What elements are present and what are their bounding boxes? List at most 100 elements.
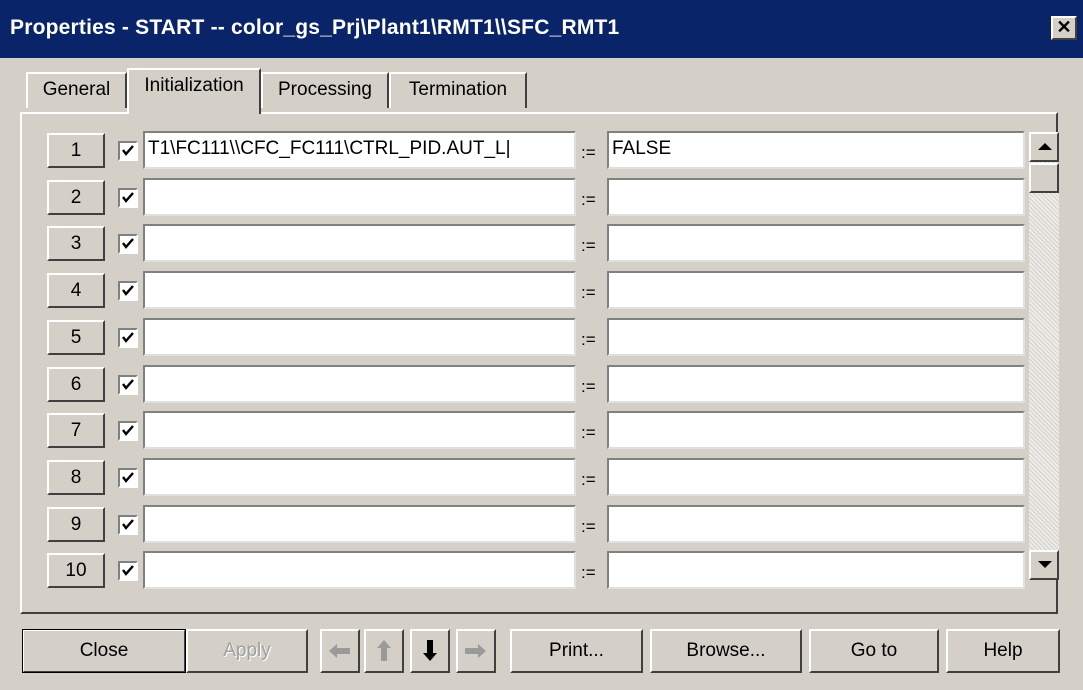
target-address-field[interactable] <box>143 457 576 496</box>
value-field[interactable] <box>607 504 1025 543</box>
tab-initialization-label: Initialization <box>144 75 244 96</box>
target-address-field[interactable] <box>143 364 576 403</box>
move-right-button[interactable] <box>456 629 496 673</box>
close-window-button[interactable]: ✕ <box>1051 16 1077 40</box>
row-number-button[interactable]: 2 <box>47 179 105 215</box>
assign-operator: := <box>581 143 596 162</box>
checkmark-icon <box>122 285 134 296</box>
value-field[interactable]: FALSE <box>607 131 1025 169</box>
target-address-field[interactable] <box>143 504 576 543</box>
tab-termination[interactable]: Termination <box>389 72 527 108</box>
assign-operator: := <box>581 376 596 396</box>
checkmark-icon <box>122 472 134 483</box>
title-bar: Properties - START -- color_gs_Prj\Plant… <box>0 0 1083 58</box>
checkmark-icon <box>122 425 134 437</box>
checkmark-icon <box>122 332 134 343</box>
tab-termination-label: Termination <box>408 79 508 100</box>
close-button[interactable]: Close <box>22 629 186 673</box>
assign-operator: := <box>581 236 596 256</box>
row-number-button[interactable]: 10 <box>47 553 105 589</box>
move-down-button[interactable] <box>410 629 450 673</box>
tab-processing[interactable]: Processing <box>261 72 389 108</box>
goto-button[interactable]: Go to <box>809 629 939 673</box>
scroll-thumb[interactable] <box>1029 163 1059 193</box>
move-left-button[interactable] <box>320 629 360 673</box>
arrow-down-icon <box>423 640 437 661</box>
value-field[interactable] <box>607 411 1025 450</box>
checkmark-icon <box>122 145 134 156</box>
arrow-up-icon <box>377 640 391 661</box>
target-address-field[interactable] <box>143 271 576 310</box>
initialization-row: 3 := <box>22 224 1025 264</box>
assign-operator: := <box>581 189 596 209</box>
checkmark-icon <box>122 565 134 577</box>
initialization-row: 5 := <box>22 317 1025 358</box>
window-title: Properties - START -- color_gs_Prj\Plant… <box>10 16 620 39</box>
row-number-button[interactable]: 6 <box>47 366 105 402</box>
move-up-button[interactable] <box>364 629 404 673</box>
initialization-row: 4 := <box>22 271 1025 311</box>
initialization-row: 1 T1\FC111\\CFC_FC111\CTRL_PID.AUT_L| := FA… <box>22 131 1025 171</box>
row-enable-checkbox[interactable] <box>118 141 138 161</box>
target-address-field[interactable] <box>143 224 576 263</box>
target-address-field[interactable] <box>143 551 576 590</box>
row-number-button[interactable]: 5 <box>47 319 105 355</box>
scroll-up-button[interactable] <box>1029 132 1059 162</box>
arrow-left-icon <box>329 644 350 658</box>
value-field[interactable] <box>607 317 1025 356</box>
tab-general[interactable]: General <box>26 72 127 108</box>
checkmark-icon <box>122 191 134 203</box>
print-button[interactable]: Print... <box>510 629 643 673</box>
row-enable-checkbox[interactable] <box>118 374 138 395</box>
row-enable-checkbox[interactable] <box>118 234 138 255</box>
help-button[interactable]: Help <box>946 629 1060 673</box>
assign-operator: := <box>581 469 596 489</box>
value-field[interactable] <box>607 457 1025 496</box>
value-field[interactable] <box>607 271 1025 310</box>
assign-operator: := <box>581 516 596 536</box>
row-number-button[interactable]: 9 <box>47 506 105 542</box>
row-number-button[interactable]: 4 <box>47 273 105 309</box>
target-address-field[interactable] <box>143 411 576 450</box>
row-enable-checkbox[interactable] <box>118 327 138 348</box>
row-enable-checkbox[interactable] <box>118 187 138 208</box>
checkmark-icon <box>122 378 134 390</box>
checkmark-icon <box>122 238 134 250</box>
row-enable-checkbox[interactable] <box>118 281 138 302</box>
initialization-row: 2 := <box>22 177 1025 218</box>
initialization-row: 10 := <box>22 551 1025 591</box>
browse-button[interactable]: Browse... <box>650 629 802 673</box>
assign-operator: := <box>581 423 596 443</box>
assign-operator: := <box>581 283 596 303</box>
row-number-button[interactable]: 8 <box>47 459 105 495</box>
row-enable-checkbox[interactable] <box>118 467 138 488</box>
value-field[interactable] <box>607 177 1025 216</box>
initialization-row: 9 := <box>22 504 1025 545</box>
tab-initialization[interactable]: Initialization <box>127 68 261 114</box>
vertical-scrollbar[interactable] <box>1029 132 1059 580</box>
value-field[interactable] <box>607 551 1025 590</box>
tab-general-label: General <box>42 79 111 100</box>
apply-button[interactable]: Apply <box>186 629 308 673</box>
assign-operator: := <box>581 329 596 349</box>
initialization-row: 7 := <box>22 411 1025 451</box>
row-enable-checkbox[interactable] <box>118 514 138 535</box>
row-enable-checkbox[interactable] <box>118 561 138 582</box>
scroll-down-button[interactable] <box>1029 550 1059 580</box>
properties-dialog: Properties - START -- color_gs_Prj\Plant… <box>0 0 1083 690</box>
initialization-row: 8 := <box>22 457 1025 498</box>
row-number-button[interactable]: 1 <box>47 133 105 168</box>
scroll-down-icon <box>1038 561 1052 568</box>
initialization-panel: 1 T1\FC111\\CFC_FC111\CTRL_PID.AUT_L|:= FA… <box>20 112 1059 614</box>
tab-processing-label: Processing <box>278 79 372 100</box>
target-address-field[interactable]: T1\FC111\\CFC_FC111\CTRL_PID.AUT_L| <box>143 131 576 169</box>
row-number-button[interactable]: 7 <box>47 413 105 449</box>
checkmark-icon <box>122 518 134 530</box>
row-enable-checkbox[interactable] <box>118 421 138 442</box>
target-address-field[interactable] <box>143 317 576 356</box>
value-field[interactable] <box>607 224 1025 263</box>
row-number-button[interactable]: 3 <box>47 226 105 262</box>
value-field[interactable] <box>607 364 1025 403</box>
assign-operator: := <box>581 563 596 583</box>
target-address-field[interactable] <box>143 177 576 216</box>
